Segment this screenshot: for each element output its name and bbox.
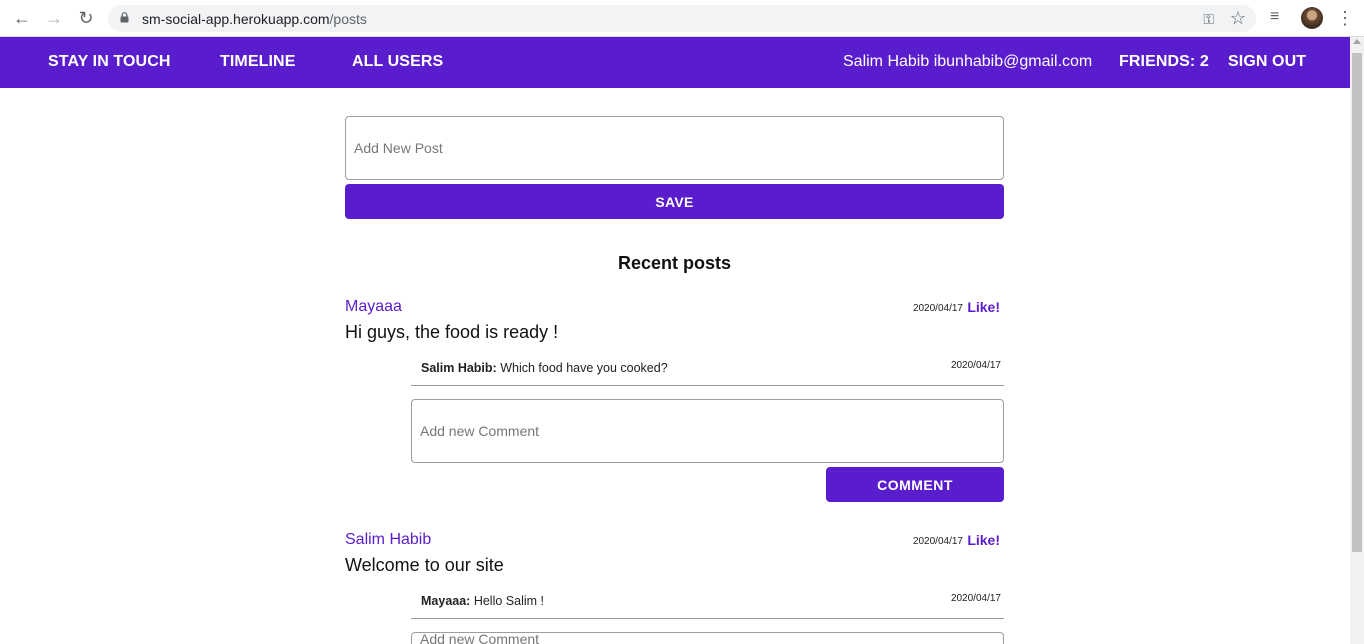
comment-body: Hello Salim ! xyxy=(470,594,544,608)
like-button[interactable]: Like! xyxy=(967,532,1000,548)
lock-icon xyxy=(120,12,129,23)
save-button[interactable]: SAVE xyxy=(345,184,1004,219)
new-comment-input[interactable] xyxy=(411,399,1004,463)
app-navbar: STAY IN TOUCH TIMELINE ALL USERS Salim H… xyxy=(0,37,1350,88)
sign-out-link[interactable]: SIGN OUT xyxy=(1228,53,1306,71)
comment-date: 2020/04/17 xyxy=(950,360,1001,371)
comment-date: 2020/04/17 xyxy=(950,593,1001,604)
browser-toolbar: ← → ↻ sm-social-app.herokuapp.com/posts … xyxy=(0,0,1364,37)
post-author[interactable]: Mayaaa xyxy=(345,298,402,316)
comment-button[interactable]: COMMENT xyxy=(826,467,1004,502)
like-button[interactable]: Like! xyxy=(967,299,1000,315)
avatar[interactable] xyxy=(1301,7,1323,29)
current-user-info: Salim Habib ibunhabib@gmail.com xyxy=(843,53,1093,70)
post-date: 2020/04/17 xyxy=(912,536,963,547)
timeline-link[interactable]: TIMELINE xyxy=(220,53,295,71)
scroll-up-arrow-icon[interactable] xyxy=(1353,39,1361,44)
post-body: Welcome to our site xyxy=(345,555,504,575)
comment-author: Mayaaa: xyxy=(421,594,471,608)
scrollbar-thumb[interactable] xyxy=(1352,53,1362,552)
star-icon[interactable]: ☆ xyxy=(1230,8,1246,29)
friends-link[interactable]: FRIENDS: 2 xyxy=(1119,53,1209,71)
menu-icon[interactable]: ⋮ xyxy=(1336,7,1354,29)
post-date: 2020/04/17 xyxy=(912,303,963,314)
key-icon[interactable]: ⚿ xyxy=(1203,11,1214,28)
all-users-link[interactable]: ALL USERS xyxy=(352,53,443,71)
url-text: sm-social-app.herokuapp.com/posts xyxy=(142,11,367,27)
url-host: sm-social-app.herokuapp.com xyxy=(142,11,330,27)
post-body: Hi guys, the food is ready ! xyxy=(345,322,559,342)
comment-item: Mayaaa: Hello Salim ! 2020/04/17 xyxy=(411,586,1004,619)
post-card: Mayaaa 2020/04/17 Like! Hi guys, the foo… xyxy=(345,298,1004,503)
forward-icon[interactable]: → xyxy=(42,7,66,29)
comment-item: Salim Habib: Which food have you cooked?… xyxy=(411,353,1004,386)
reload-icon[interactable]: ↻ xyxy=(74,7,98,29)
brand-link[interactable]: STAY IN TOUCH xyxy=(48,53,171,71)
recent-posts-title: Recent posts xyxy=(617,253,732,273)
comment-text: Mayaaa: Hello Salim ! xyxy=(421,594,544,608)
comment-body: Which food have you cooked? xyxy=(496,361,668,375)
reading-list-icon[interactable]: ≡ xyxy=(1270,8,1279,26)
new-comment-input[interactable] xyxy=(411,632,1004,644)
back-icon[interactable]: ← xyxy=(10,7,34,29)
address-bar[interactable]: sm-social-app.herokuapp.com/posts ⚿ ☆ xyxy=(108,5,1256,32)
comment-author: Salim Habib: xyxy=(421,361,497,375)
url-path: /posts xyxy=(329,11,367,27)
comment-text: Salim Habib: Which food have you cooked? xyxy=(421,361,668,375)
page-scrollbar[interactable] xyxy=(1350,37,1364,644)
new-post-input[interactable] xyxy=(345,116,1004,180)
post-card: Salim Habib 2020/04/17 Like! Welcome to … xyxy=(345,531,1004,644)
post-author[interactable]: Salim Habib xyxy=(345,531,431,549)
